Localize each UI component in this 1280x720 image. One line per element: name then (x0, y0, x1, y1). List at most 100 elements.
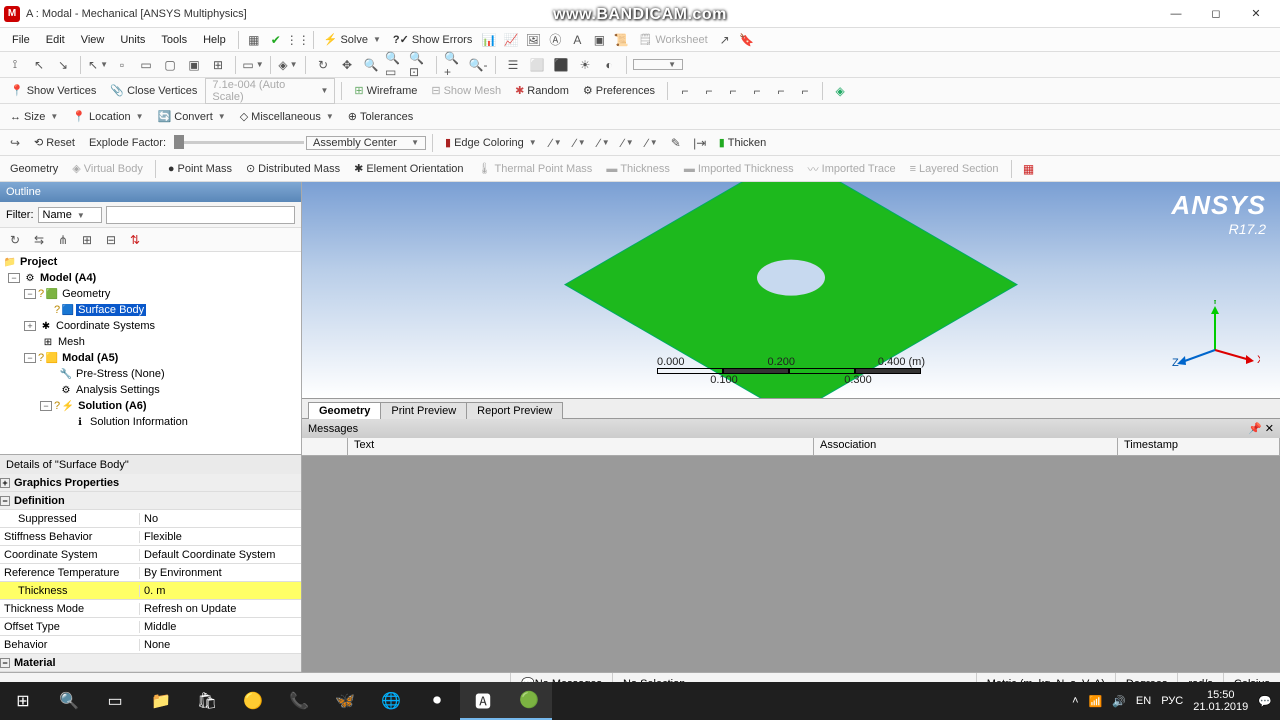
project-tree[interactable]: 📁Project −⚙Model (A4) −?🟩Geometry ?🟦Surf… (0, 252, 301, 454)
msgcol-icon[interactable] (302, 438, 348, 455)
box-select-icon[interactable]: ▭▼ (242, 54, 264, 76)
wireframe-button[interactable]: ⊞Wireframe (348, 84, 423, 97)
expand-icon[interactable]: ⊞ (76, 229, 98, 251)
tree-surface-body[interactable]: Surface Body (76, 304, 146, 316)
menu-edit[interactable]: Edit (38, 31, 73, 49)
pin-icon[interactable]: 📌 (1248, 422, 1262, 435)
cube-icon[interactable]: ◈ (829, 80, 851, 102)
text-icon[interactable]: A (566, 29, 588, 51)
val-coord[interactable]: Default Coordinate System (140, 549, 301, 561)
rotate-icon[interactable]: ↻ (312, 54, 334, 76)
remote-icon[interactable]: ↗ (714, 29, 736, 51)
toggle-tree-icon[interactable]: ▦ (243, 29, 265, 51)
assembly-dropdown[interactable]: Assembly Center▼ (306, 136, 426, 150)
manage-views-icon[interactable]: ☰ (502, 54, 524, 76)
mesh-icon[interactable]: ⋮⋮ (287, 29, 309, 51)
d4-icon[interactable]: ⌐ (746, 80, 768, 102)
stat-icon[interactable]: 📈 (500, 29, 522, 51)
ctx-virtual[interactable]: ◈Virtual Body (66, 162, 149, 175)
edge-coloring-button[interactable]: ▮Edge Coloring▼ (439, 136, 543, 149)
view3-icon[interactable]: ☀ (574, 54, 596, 76)
tree-coord[interactable]: Coordinate Systems (54, 320, 157, 332)
tab-geometry[interactable]: Geometry (308, 402, 381, 419)
explode-slider[interactable] (174, 141, 304, 144)
tab-print[interactable]: Print Preview (380, 402, 467, 419)
msgcol-assoc[interactable]: Association (814, 438, 1118, 455)
reset-button[interactable]: ⟲Reset (28, 136, 81, 149)
ec1-icon[interactable]: ∕▼ (545, 132, 567, 154)
tree-analysis[interactable]: Analysis Settings (74, 384, 162, 396)
msgcol-time[interactable]: Timestamp (1118, 438, 1280, 455)
ctx-imp-thick[interactable]: ▬Imported Thickness (678, 163, 800, 175)
tab-report[interactable]: Report Preview (466, 402, 563, 419)
dm-task-icon[interactable]: 🟢 (506, 682, 552, 720)
d2-icon[interactable]: ⌐ (698, 80, 720, 102)
view2-icon[interactable]: ⬛ (550, 54, 572, 76)
lookat-icon[interactable]: 🔍+ (443, 54, 465, 76)
slide-icon[interactable]: 🖼 (522, 29, 544, 51)
cursor-icon[interactable]: ↖▼ (87, 54, 109, 76)
ctx-dist-mass[interactable]: ⊙Distributed Mass (240, 162, 346, 175)
search-icon[interactable]: 🔍 (46, 682, 92, 720)
val-thickness[interactable]: 0. m (140, 585, 301, 597)
graphics-viewport[interactable]: ANSYS R17.2 Y X Z 0.0000.2000.400 (m) 0.… (302, 182, 1280, 398)
tree-geometry[interactable]: Geometry (60, 288, 112, 300)
pan-icon[interactable]: ✥ (336, 54, 358, 76)
filter-input[interactable] (106, 206, 295, 224)
tray-lang2[interactable]: РУС (1161, 695, 1183, 707)
worksheet-button[interactable]: 🗒Worksheet (632, 33, 713, 46)
tag-icon[interactable]: 🔖 (736, 29, 758, 51)
val-stiffness[interactable]: Flexible (140, 531, 301, 543)
close-vertices-button[interactable]: 📎Close Vertices (104, 84, 203, 97)
d5-icon[interactable]: ⌐ (770, 80, 792, 102)
zoom-icon[interactable]: 🔍 (360, 54, 382, 76)
capture-icon[interactable]: ▣ (588, 29, 610, 51)
a-icon[interactable]: Ⓐ (544, 29, 566, 51)
browser-icon[interactable]: 🟡 (230, 682, 276, 720)
menu-view[interactable]: View (73, 31, 113, 49)
tree-project[interactable]: Project (18, 256, 59, 268)
prev-view-icon[interactable]: 🔍- (467, 54, 489, 76)
assemble-icon[interactable]: ↪ (4, 132, 26, 154)
taskview-icon[interactable]: ▭ (92, 682, 138, 720)
location-button[interactable]: 📍Location▼ (66, 110, 149, 123)
autoscale-dropdown[interactable]: 7.1e-004 (Auto Scale)▼ (205, 78, 335, 104)
start-button[interactable]: ⊞ (0, 682, 46, 720)
menu-file[interactable]: File (4, 31, 38, 49)
record-icon[interactable]: ⏺ (414, 682, 460, 720)
script-icon[interactable]: 📜 (610, 29, 632, 51)
tree-prestress[interactable]: Pre-Stress (None) (74, 368, 167, 380)
show-mesh-button[interactable]: ⊟Show Mesh (425, 84, 507, 97)
nav-icon[interactable]: ⋔ (52, 229, 74, 251)
sel-face-icon[interactable]: ↘ (52, 54, 74, 76)
body-mode-icon[interactable]: ▣ (183, 54, 205, 76)
edge-icon[interactable]: 🌐 (368, 682, 414, 720)
grp-graphics[interactable]: Graphics Properties (14, 477, 119, 489)
viber-icon[interactable]: 📞 (276, 682, 322, 720)
menu-units[interactable]: Units (112, 31, 153, 49)
val-suppressed[interactable]: No (140, 513, 301, 525)
ctx-layered[interactable]: ≡Layered Section (904, 163, 1005, 175)
ec5-icon[interactable]: ∕▼ (641, 132, 663, 154)
edge-mode-icon[interactable]: ▭ (135, 54, 157, 76)
grp-material[interactable]: Material (14, 657, 56, 669)
zoombox-icon[interactable]: 🔍▭ (384, 54, 406, 76)
d3-icon[interactable]: ⌐ (722, 80, 744, 102)
ansys-task-icon[interactable]: 🅰 (460, 682, 506, 720)
minimize-button[interactable]: — (1156, 0, 1196, 28)
ec3-icon[interactable]: ∕▼ (593, 132, 615, 154)
tray-vol-icon[interactable]: 🔊 (1112, 695, 1126, 708)
sel-vertex-icon[interactable]: ⟟ (4, 54, 26, 76)
select-dropdown[interactable]: ▼ (633, 59, 683, 70)
val-thickmode[interactable]: Refresh on Update (140, 603, 301, 615)
misc-button[interactable]: ◇Miscellaneous▼ (234, 110, 340, 123)
axis-triad[interactable]: Y X Z (1170, 300, 1260, 380)
ctx-thermal[interactable]: 🌡Thermal Point Mass (472, 162, 599, 175)
face-mode-icon[interactable]: ▢ (159, 54, 181, 76)
grp-definition[interactable]: Definition (14, 495, 65, 507)
explorer-icon[interactable]: 📁 (138, 682, 184, 720)
val-offset[interactable]: Middle (140, 621, 301, 633)
ctx-point-mass[interactable]: ●Point Mass (162, 163, 238, 175)
messages-close-icon[interactable]: ✕ (1265, 422, 1274, 435)
store-icon[interactable]: 🛍 (184, 682, 230, 720)
